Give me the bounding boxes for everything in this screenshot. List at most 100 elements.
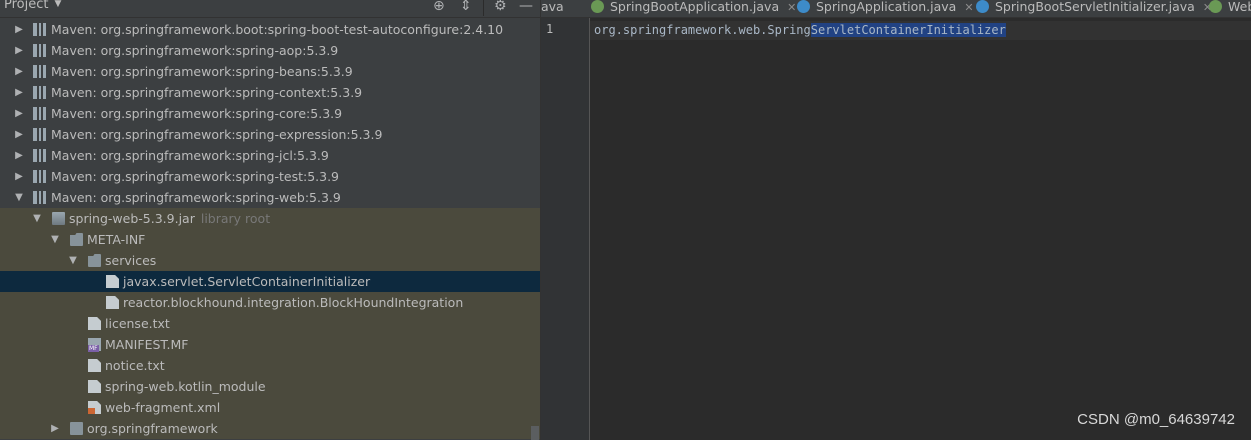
tree-item-maven-library[interactable]: ▶ Maven: org.springframework:spring-beans… (0, 61, 540, 82)
expand-arrow-icon[interactable]: ▶ (13, 124, 25, 145)
tree-item-maven-library[interactable]: ▶ Maven: org.springframework:spring-aop:5… (0, 40, 540, 61)
tree-item-maven-library[interactable]: ▶ Maven: org.springframework.boot:spring-… (0, 19, 540, 40)
tree-item-file[interactable]: web-fragment.xml (0, 397, 540, 418)
class-icon (976, 0, 989, 13)
editor-tab-bar: ava SpringBootApplication.java ✕ SpringAp… (541, 0, 1251, 18)
tab-partial[interactable]: ava (541, 0, 564, 17)
tree-item-maven-library[interactable]: ▶ Maven: org.springframework:spring-core:… (0, 103, 540, 124)
project-view-selector[interactable]: Project ▼ (4, 0, 61, 12)
expand-arrow-icon[interactable]: ▶ (13, 82, 25, 103)
code-text: org.springframework.web.Spring (594, 23, 811, 37)
collapse-arrow-icon[interactable]: ▼ (67, 250, 79, 271)
tree-item-label: META-INF (87, 232, 146, 247)
dropdown-arrow-icon: ▼ (54, 0, 62, 9)
expand-arrow-icon[interactable]: ▶ (13, 61, 25, 82)
tree-item-label: Maven: org.springframework:spring-contex… (51, 85, 363, 100)
library-icon (33, 191, 46, 204)
library-icon (33, 107, 46, 120)
library-icon (33, 170, 46, 183)
tree-item-label: Maven: org.springframework:spring-web:5.… (51, 190, 341, 205)
project-tool-window: Project ▼ ⊕ ⇕ ⚙ — ▶ Maven: org.springframe… (0, 0, 540, 440)
collapse-arrow-icon[interactable]: ▼ (31, 208, 43, 229)
tab-web-partial[interactable]: Web (1209, 0, 1251, 17)
collapse-arrow-icon[interactable]: ▼ (13, 187, 25, 208)
tree-item-file-selected[interactable]: javax.servlet.ServletContainerInitialize… (0, 271, 540, 292)
library-icon (33, 128, 46, 141)
tree-item-folder-meta-inf[interactable]: ▼ META-INF (0, 229, 540, 250)
collapse-arrow-icon[interactable]: ▼ (49, 229, 61, 250)
tree-item-folder-services[interactable]: ▼ services (0, 250, 540, 271)
folder-icon (70, 233, 83, 246)
tree-item-maven-library[interactable]: ▶ Maven: org.springframework:spring-test:… (0, 166, 540, 187)
tree-item-label: Maven: org.springframework:spring-core:5… (51, 106, 343, 121)
expand-arrow-icon[interactable]: ▶ (13, 103, 25, 124)
manifest-file-icon (88, 338, 101, 352)
minimize-icon[interactable]: — (519, 0, 533, 14)
tree-item-maven-library[interactable]: ▼ Maven: org.springframework:spring-web:5… (0, 187, 540, 208)
tree-item-label: javax.servlet.ServletContainerInitialize… (123, 274, 371, 289)
tree-item-file[interactable]: reactor.blockhound.integration.BlockHoun… (0, 292, 540, 313)
expand-arrow-icon[interactable]: ▶ (49, 418, 61, 439)
tab-springbootservletinitializer[interactable]: SpringBootServletInitializer.java ✕ (976, 0, 1212, 17)
text-file-icon (106, 296, 119, 309)
line-gutter: 1 (541, 18, 590, 440)
tree-item-label: Maven: org.springframework:spring-test:5… (51, 169, 340, 184)
editor-area: ava SpringBootApplication.java ✕ SpringAp… (541, 0, 1251, 440)
expand-arrow-icon[interactable]: ▶ (13, 19, 25, 40)
code-line[interactable]: org.springframework.web.SpringServletCon… (594, 21, 1006, 40)
tree-item-maven-library[interactable]: ▶ Maven: org.springframework:spring-conte… (0, 82, 540, 103)
vertical-scrollbar[interactable] (531, 426, 539, 440)
tree-item-label: reactor.blockhound.integration.BlockHoun… (123, 295, 464, 310)
library-icon (33, 23, 46, 36)
tree-item-label: spring-web.kotlin_module (105, 379, 266, 394)
tab-label: ava (541, 0, 564, 14)
class-icon (797, 0, 810, 13)
tab-springapplication[interactable]: SpringApplication.java ✕ (797, 0, 974, 17)
tab-springbootapplication[interactable]: SpringBootApplication.java ✕ (591, 0, 796, 17)
collapse-icon[interactable]: ⇕ (460, 0, 472, 14)
close-icon[interactable]: ✕ (787, 1, 796, 14)
tree-item-label: Maven: org.springframework:spring-beans:… (51, 64, 353, 79)
jar-icon (52, 212, 65, 225)
tree-item-label: MANIFEST.MF (105, 337, 189, 352)
text-file-icon (88, 380, 101, 393)
tab-label: SpringBootApplication.java (610, 0, 780, 14)
watermark: CSDN @m0_64639742 (1077, 411, 1235, 428)
tree-item-file[interactable]: license.txt (0, 313, 540, 334)
target-icon[interactable]: ⊕ (433, 0, 445, 14)
tree-item-package[interactable]: ▶ org.springframework (0, 418, 540, 439)
project-header: Project ▼ ⊕ ⇕ ⚙ — (0, 0, 540, 18)
tree-item-label: notice.txt (105, 358, 165, 373)
tree-item-maven-library[interactable]: ▶ Maven: org.springframework:spring-jcl:5… (0, 145, 540, 166)
tree-item-file[interactable]: spring-web.kotlin_module (0, 376, 540, 397)
tree-item-file[interactable]: notice.txt (0, 355, 540, 376)
tree-item-label: org.springframework (87, 421, 218, 436)
gear-icon[interactable]: ⚙ (494, 0, 507, 14)
tree-item-label: spring-web-5.3.9.jar (69, 211, 195, 226)
library-icon (33, 149, 46, 162)
interface-icon (1209, 0, 1222, 13)
expand-arrow-icon[interactable]: ▶ (13, 166, 25, 187)
tree-item-label: web-fragment.xml (105, 400, 221, 415)
tree-item-label: Maven: org.springframework.boot:spring-b… (51, 22, 504, 37)
tree-item-label: license.txt (105, 316, 170, 331)
close-icon[interactable]: ✕ (964, 1, 973, 14)
line-number: 1 (546, 22, 554, 36)
tab-label: SpringApplication.java (816, 0, 957, 14)
tree-item-label: Maven: org.springframework:spring-aop:5.… (51, 43, 339, 58)
expand-arrow-icon[interactable]: ▶ (13, 40, 25, 61)
project-title: Project (4, 0, 49, 12)
expand-arrow-icon[interactable]: ▶ (13, 145, 25, 166)
text-file-icon (88, 317, 101, 330)
tree-item-maven-library[interactable]: ▶ Maven: org.springframework:spring-expre… (0, 124, 540, 145)
tree-item-jar[interactable]: ▼ spring-web-5.3.9.jar library root (0, 208, 540, 229)
tab-label: SpringBootServletInitializer.java (995, 0, 1195, 14)
header-divider (483, 0, 484, 16)
annotation-icon (591, 0, 604, 13)
library-icon (33, 86, 46, 99)
tree-item-file[interactable]: MANIFEST.MF (0, 334, 540, 355)
text-file-icon (88, 359, 101, 372)
tree-item-label: Maven: org.springframework:spring-jcl:5.… (51, 148, 329, 163)
selected-code-text: ServletContainerInitializer (810, 23, 1006, 37)
tree-item-label: Maven: org.springframework:spring-expres… (51, 127, 383, 142)
